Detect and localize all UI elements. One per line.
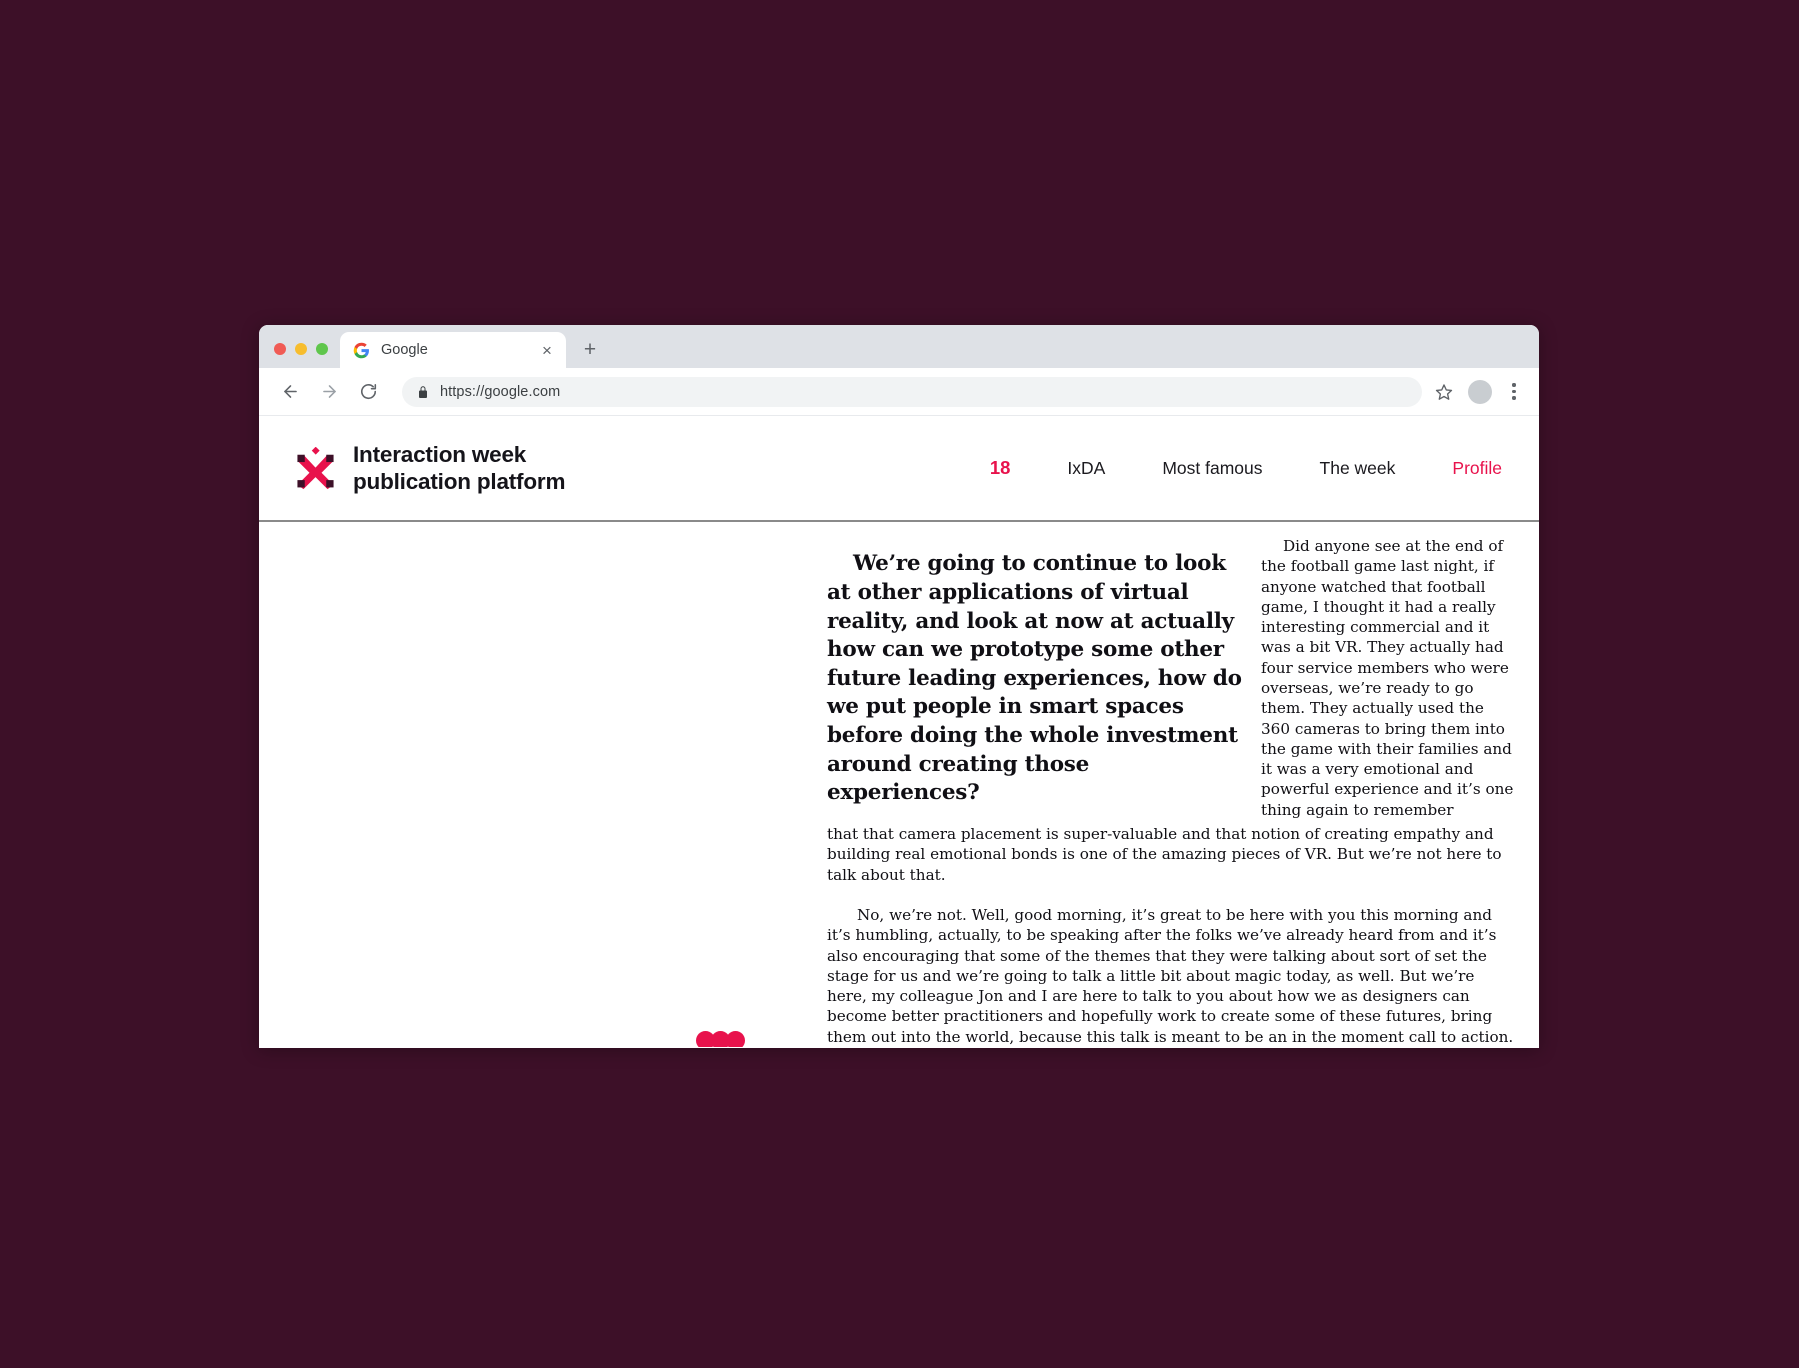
nav-item-most-famous[interactable]: Most famous [1162, 458, 1262, 479]
star-icon[interactable] [1431, 379, 1457, 405]
browser-window: Google × + https://google.com Interactio… [259, 325, 1539, 1048]
reload-icon[interactable] [353, 377, 383, 407]
article-paragraph-bridge: that that camera placement is super-valu… [827, 825, 1502, 884]
article-headline: We’re going to continue to look at other… [827, 551, 1242, 806]
dot-cluster-1 [696, 1031, 745, 1047]
close-icon[interactable]: × [539, 342, 555, 359]
new-tab-button[interactable]: + [575, 334, 605, 364]
window-zoom-button[interactable] [316, 343, 328, 355]
site-nav: 18 IxDA Most famous The week Profile [933, 457, 1502, 479]
browser-toolbar: https://google.com [259, 368, 1539, 416]
arrow-left-icon[interactable] [275, 377, 305, 407]
page-viewport: Interaction week publication platform 18… [259, 416, 1539, 1047]
nav-item-profile[interactable]: Profile [1452, 458, 1502, 479]
article: We’re going to continue to look at other… [259, 522, 1539, 1047]
address-bar-url: https://google.com [440, 383, 561, 400]
browser-tab-title: Google [381, 342, 428, 358]
google-g-icon [353, 342, 370, 359]
site-header: Interaction week publication platform 18… [259, 416, 1539, 522]
browser-tab-strip: Google × + [259, 325, 1539, 368]
arrow-right-icon[interactable] [314, 377, 344, 407]
profile-avatar-icon[interactable] [1468, 379, 1492, 404]
padlock-icon [417, 385, 429, 399]
window-minimize-button[interactable] [295, 343, 307, 355]
article-columns: We’re going to continue to look at other… [827, 536, 1517, 1047]
window-traffic-lights [259, 343, 340, 368]
article-aside: Did anyone see at the end of the footbal… [1261, 537, 1514, 819]
nav-item-ixda[interactable]: IxDA [1067, 458, 1105, 479]
brand[interactable]: Interaction week publication platform [294, 441, 565, 495]
address-bar[interactable]: https://google.com [402, 376, 1422, 407]
brand-name: Interaction week publication platform [353, 441, 566, 494]
nav-item-the-week[interactable]: The week [1320, 458, 1396, 479]
three-dot-menu-icon[interactable] [1505, 383, 1523, 400]
window-close-button[interactable] [274, 343, 286, 355]
lede-row: We’re going to continue to look at other… [827, 536, 1517, 822]
browser-tab[interactable]: Google × [340, 332, 566, 368]
article-paragraph-two: No, we’re not. Well, good morning, it’s … [827, 905, 1514, 1046]
x-logo-icon [294, 446, 337, 490]
nav-item-issue-number[interactable]: 18 [990, 457, 1011, 479]
